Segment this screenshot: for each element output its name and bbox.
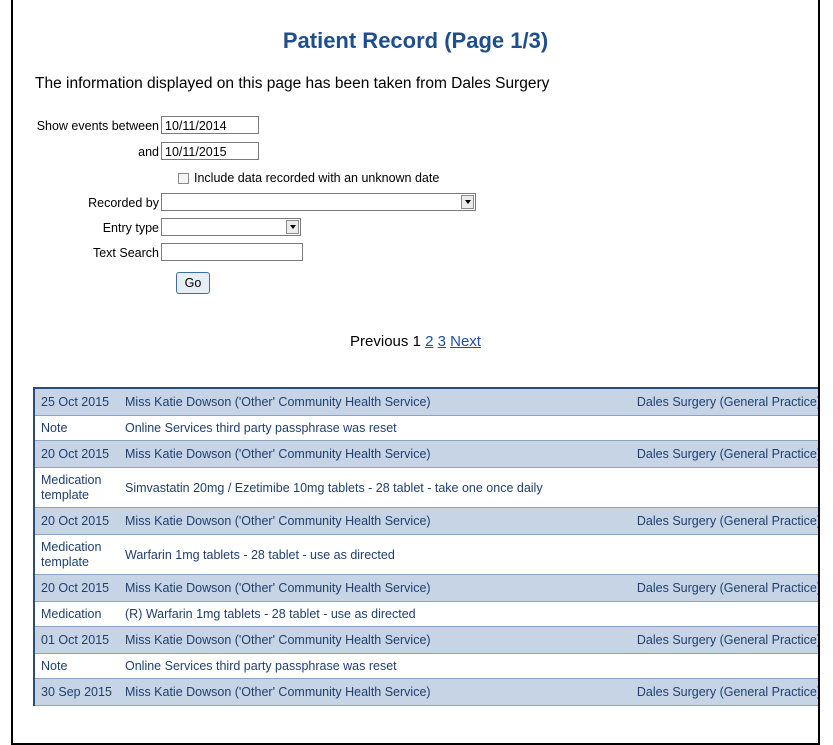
date-from-input[interactable]: 10/11/2014 <box>161 116 259 134</box>
record-date: 20 Oct 2015 <box>41 513 110 528</box>
records-table: 25 Oct 2015 Miss Katie Dowson ('Other' C… <box>33 387 820 706</box>
chevron-down-icon[interactable] <box>286 220 299 234</box>
chevron-down-icon[interactable] <box>461 195 474 209</box>
record-author: Miss Katie Dowson ('Other' Community Hea… <box>125 581 431 595</box>
unknown-date-checkbox[interactable] <box>178 173 189 184</box>
pager-page-2-link[interactable]: 2 <box>425 333 433 350</box>
record-type: Note <box>41 420 68 435</box>
record-header-row: 25 Oct 2015 Miss Katie Dowson ('Other' C… <box>35 389 820 416</box>
pager-page-3-link[interactable]: 3 <box>438 333 446 350</box>
record-header-row: 20 Oct 2015 Miss Katie Dowson ('Other' C… <box>35 441 820 468</box>
record-organisation: Dales Surgery (General Practice) <box>636 633 820 647</box>
record-date: 20 Oct 2015 <box>41 446 110 461</box>
record-header-row: 01 Oct 2015 Miss Katie Dowson ('Other' C… <box>35 627 820 654</box>
record-entry-row: Medication (R) Warfarin 1mg tablets - 28… <box>35 602 818 627</box>
unknown-date-label: Include data recorded with an unknown da… <box>194 171 440 185</box>
pagination: Previous 1 2 3 Next <box>13 333 818 350</box>
and-label: and <box>138 145 159 159</box>
pager-next-link[interactable]: Next <box>450 333 481 350</box>
record-entry-row: Medication template Simvastatin 20mg / E… <box>35 468 818 508</box>
record-frame: Patient Record (Page 1/3) The informatio… <box>11 0 820 745</box>
go-button[interactable]: Go <box>176 272 210 294</box>
record-organisation: Dales Surgery (General Practice) <box>636 685 820 699</box>
recorded-by-label: Recorded by <box>88 196 159 210</box>
entry-type-label: Entry type <box>102 221 159 235</box>
record-header-row: 30 Sep 2015 Miss Katie Dowson ('Other' C… <box>35 679 820 706</box>
record-author: Miss Katie Dowson ('Other' Community Hea… <box>125 685 431 699</box>
record-detail: Warfarin 1mg tablets - 28 tablet - use a… <box>125 547 395 562</box>
record-organisation: Dales Surgery (General Practice) <box>636 514 820 528</box>
record-date: 25 Oct 2015 <box>41 394 110 409</box>
pager-current-page: 1 <box>412 333 421 350</box>
pager-previous: Previous <box>350 333 409 350</box>
record-entry-row: Note Online Services third party passphr… <box>35 654 818 679</box>
record-author: Miss Katie Dowson ('Other' Community Hea… <box>125 514 431 528</box>
record-author: Miss Katie Dowson ('Other' Community Hea… <box>125 633 431 647</box>
date-to-input[interactable]: 10/11/2015 <box>161 142 259 160</box>
show-events-label: Show events between <box>36 119 159 133</box>
record-header-row: 20 Oct 2015 Miss Katie Dowson ('Other' C… <box>35 575 820 602</box>
record-date: 30 Sep 2015 <box>41 684 112 699</box>
record-type: Medication template <box>41 472 102 502</box>
text-search-label: Text Search <box>92 246 159 260</box>
recorded-by-select[interactable] <box>161 193 476 211</box>
record-author: Miss Katie Dowson ('Other' Community Hea… <box>125 395 431 409</box>
entry-type-select[interactable] <box>161 218 301 236</box>
record-date: 20 Oct 2015 <box>41 580 110 595</box>
record-detail: (R) Warfarin 1mg tablets - 28 tablet - u… <box>125 607 416 621</box>
record-organisation: Dales Surgery (General Practice) <box>636 447 820 461</box>
record-date: 01 Oct 2015 <box>41 632 110 647</box>
record-entry-row: Note Online Services third party passphr… <box>35 416 818 441</box>
record-header-row: 20 Oct 2015 Miss Katie Dowson ('Other' C… <box>35 508 820 535</box>
record-type: Medication <box>41 606 102 621</box>
record-organisation: Dales Surgery (General Practice) <box>636 581 820 595</box>
record-detail: Simvastatin 20mg / Ezetimibe 10mg tablet… <box>125 480 543 495</box>
record-author: Miss Katie Dowson ('Other' Community Hea… <box>125 447 431 461</box>
source-info: The information displayed on this page h… <box>35 75 550 92</box>
record-type: Note <box>41 658 68 673</box>
record-organisation: Dales Surgery (General Practice) <box>636 395 820 409</box>
text-search-input[interactable] <box>161 243 303 261</box>
record-detail: Online Services third party passphrase w… <box>125 659 397 673</box>
record-detail: Online Services third party passphrase w… <box>125 421 397 435</box>
page-title: Patient Record (Page 1/3) <box>282 28 549 53</box>
record-type: Medication template <box>41 539 102 569</box>
record-entry-row: Medication template Warfarin 1mg tablets… <box>35 535 818 575</box>
